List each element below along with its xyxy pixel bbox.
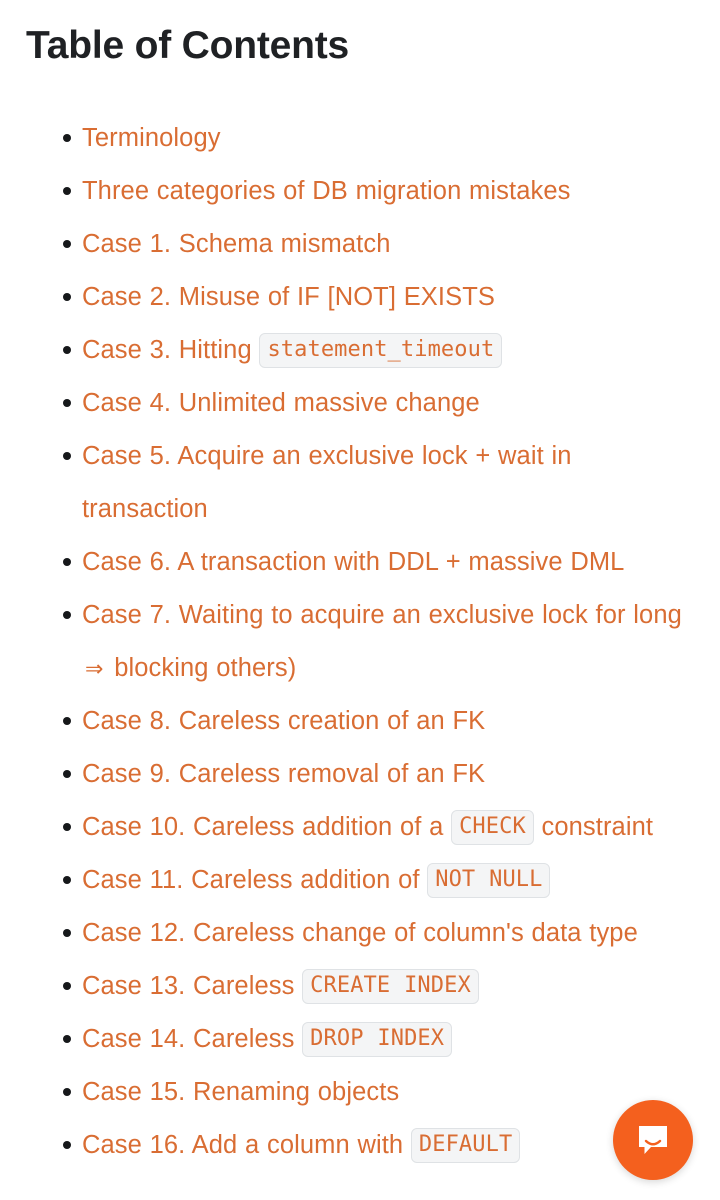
toc-link[interactable]: Case 9. Careless removal of an FK	[82, 748, 694, 801]
toc-link-text: Case 5. Acquire an exclusive lock + wait…	[82, 442, 572, 523]
bullet-icon	[63, 982, 71, 990]
inline-code: CHECK	[451, 810, 534, 845]
toc-link-text: Case 4. Unlimited massive change	[82, 389, 480, 417]
list-item: Terminology	[0, 112, 720, 165]
toc-link[interactable]: Case 14. Careless DROP INDEX	[82, 1013, 694, 1066]
toc-link[interactable]: Case 1. Schema mismatch	[82, 218, 694, 271]
toc-link-text: Case 10. Careless addition of a	[82, 813, 452, 841]
inline-code: DEFAULT	[410, 1128, 521, 1163]
toc-link[interactable]: Case 4. Unlimited massive change	[82, 377, 694, 430]
toc-link[interactable]: Case 8. Careless creation of an FK	[82, 695, 694, 748]
bullet-icon	[63, 346, 71, 354]
list-item: Case 7. Waiting to acquire an exclusive …	[0, 589, 720, 695]
toc-link-text: Case 14. Careless	[82, 1025, 303, 1053]
bullet-icon	[63, 1088, 71, 1096]
toc-link-text: Case 9. Careless removal of an FK	[82, 760, 486, 788]
bullet-icon	[63, 293, 71, 301]
list-item: Case 9. Careless removal of an FK	[0, 748, 720, 801]
bullet-icon	[63, 558, 71, 566]
toc-link[interactable]: Case 7. Waiting to acquire an exclusive …	[82, 589, 694, 695]
table-of-contents-list: Terminology Three categories of DB migrat…	[0, 112, 720, 1172]
toc-link-text: Case 7. Waiting to acquire an exclusive …	[82, 601, 682, 629]
toc-link-text: Case 15. Renaming objects	[82, 1078, 400, 1106]
list-item: Case 15. Renaming objects	[0, 1066, 720, 1119]
bullet-icon	[63, 452, 71, 460]
list-item: Case 1. Schema mismatch	[0, 218, 720, 271]
toc-link-text: Case 2. Misuse of IF [NOT] EXISTS	[82, 283, 495, 311]
toc-link-text: Case 12. Careless change of column's dat…	[82, 919, 638, 947]
toc-link[interactable]: Case 3. Hitting statement_timeout	[82, 324, 694, 377]
bullet-icon	[63, 187, 71, 195]
bullet-icon	[63, 611, 71, 619]
toc-link-text: Case 13. Careless	[82, 972, 303, 1000]
toc-link[interactable]: Three categories of DB migration mistake…	[82, 165, 694, 218]
toc-link-text: blocking others)	[106, 654, 297, 682]
list-item: Case 12. Careless change of column's dat…	[0, 907, 720, 960]
toc-link-text: Case 16. Add a column with	[82, 1131, 411, 1159]
chat-launcher-button[interactable]	[613, 1100, 693, 1180]
double-arrow-icon: ⇒	[85, 656, 104, 681]
toc-link-text: Three categories of DB migration mistake…	[82, 177, 571, 205]
toc-link-text: Case 11. Careless addition of	[82, 866, 428, 894]
list-item: Case 3. Hitting statement_timeout	[0, 324, 720, 377]
bullet-icon	[63, 240, 71, 248]
toc-link-text: Case 6. A transaction with DDL + massive…	[82, 548, 625, 576]
toc-link-text: Terminology	[82, 124, 221, 152]
inline-code: statement_timeout	[259, 333, 503, 368]
toc-link-text: Case 8. Careless creation of an FK	[82, 707, 486, 735]
list-item: Three categories of DB migration mistake…	[0, 165, 720, 218]
inline-code: NOT NULL	[427, 863, 551, 898]
toc-link[interactable]: Case 2. Misuse of IF [NOT] EXISTS	[82, 271, 694, 324]
inline-code: DROP INDEX	[302, 1022, 453, 1057]
toc-link[interactable]: Case 10. Careless addition of a CHECK co…	[82, 801, 694, 854]
bullet-icon	[63, 929, 71, 937]
toc-page: Table of Contents Terminology Three categ…	[0, 0, 720, 1200]
bullet-icon	[63, 770, 71, 778]
toc-link-text: constraint	[533, 813, 654, 841]
list-item: Case 13. Careless CREATE INDEX	[0, 960, 720, 1013]
toc-link[interactable]: Terminology	[82, 112, 694, 165]
list-item: Case 14. Careless DROP INDEX	[0, 1013, 720, 1066]
list-item: Case 16. Add a column with DEFAULT	[0, 1119, 720, 1172]
list-item: Case 4. Unlimited massive change	[0, 377, 720, 430]
toc-link[interactable]: Case 5. Acquire an exclusive lock + wait…	[82, 430, 694, 536]
inline-code: CREATE INDEX	[302, 969, 479, 1004]
list-item: Case 8. Careless creation of an FK	[0, 695, 720, 748]
bullet-icon	[63, 134, 71, 142]
page-title: Table of Contents	[26, 24, 350, 67]
list-item: Case 5. Acquire an exclusive lock + wait…	[0, 430, 720, 536]
toc-link[interactable]: Case 13. Careless CREATE INDEX	[82, 960, 694, 1013]
toc-link[interactable]: Case 16. Add a column with DEFAULT	[82, 1119, 694, 1172]
bullet-icon	[63, 1141, 71, 1149]
bullet-icon	[63, 1035, 71, 1043]
toc-link[interactable]: Case 11. Careless addition of NOT NULL	[82, 854, 694, 907]
toc-link-text: Case 1. Schema mismatch	[82, 230, 391, 258]
bullet-icon	[63, 876, 71, 884]
bullet-icon	[63, 717, 71, 725]
toc-link[interactable]: Case 6. A transaction with DDL + massive…	[82, 536, 694, 589]
list-item: Case 6. A transaction with DDL + massive…	[0, 536, 720, 589]
list-item: Case 2. Misuse of IF [NOT] EXISTS	[0, 271, 720, 324]
toc-link[interactable]: Case 12. Careless change of column's dat…	[82, 907, 694, 960]
list-item: Case 11. Careless addition of NOT NULL	[0, 854, 720, 907]
bullet-icon	[63, 823, 71, 831]
toc-link[interactable]: Case 15. Renaming objects	[82, 1066, 694, 1119]
bullet-icon	[63, 399, 71, 407]
list-item: Case 10. Careless addition of a CHECK co…	[0, 801, 720, 854]
toc-link-text: Case 3. Hitting	[82, 336, 260, 364]
